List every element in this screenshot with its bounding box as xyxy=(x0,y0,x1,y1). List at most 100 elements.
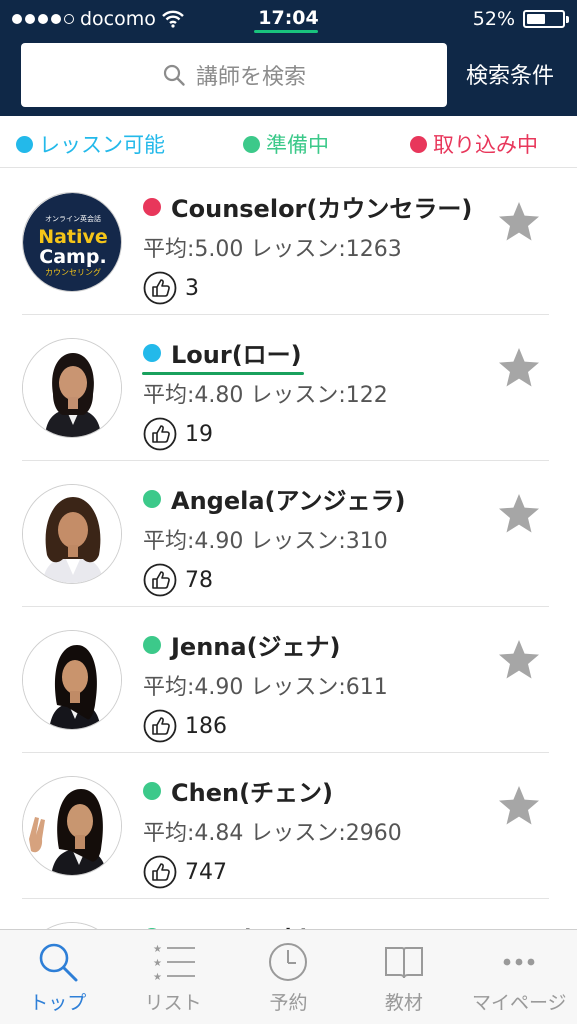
thumbs-up-icon xyxy=(143,855,177,889)
svg-text:★: ★ xyxy=(153,972,162,983)
teacher-row[interactable]: オンライン英会話 Native Camp. カウンセリング Counselor(… xyxy=(0,169,577,315)
likes-count: 186 xyxy=(185,713,227,739)
teacher-photo xyxy=(22,484,122,584)
legend-dot xyxy=(410,135,427,153)
status-dot xyxy=(143,343,161,362)
teacher-stats: 平均:4.90 レッスン:310 xyxy=(143,529,388,554)
favorite-star-icon[interactable] xyxy=(496,345,542,391)
status-dot xyxy=(143,781,161,800)
logo-word-native: Native xyxy=(38,226,108,248)
teacher-photo xyxy=(22,630,122,730)
status-dot xyxy=(143,635,161,654)
legend-item-busy: 取り込み中 xyxy=(410,129,538,159)
teacher-likes: 747 xyxy=(143,855,227,889)
teacher-stats: 平均:4.84 レッスン:2960 xyxy=(143,821,402,846)
status-right: 52% xyxy=(472,8,569,30)
tab-list[interactable]: ★ ★ ★ リスト xyxy=(115,930,230,1024)
tab-top[interactable]: トップ xyxy=(0,930,115,1024)
svg-text:★: ★ xyxy=(153,958,162,969)
likes-count: 3 xyxy=(185,275,199,301)
svg-text:★: ★ xyxy=(153,944,162,955)
status-dot xyxy=(143,489,161,508)
teacher-name-line: Lour(ロー) xyxy=(143,335,302,370)
clock-icon xyxy=(269,943,308,981)
teacher-likes: 19 xyxy=(143,417,213,451)
search-icon xyxy=(163,64,185,86)
name-highlight-underline xyxy=(142,372,304,375)
teacher-likes: 186 xyxy=(143,709,227,743)
teacher-name[interactable]: Chen(チェン) xyxy=(171,773,333,808)
status-legend: レッスン可能 準備中 取り込み中 xyxy=(0,116,577,168)
teacher-photo xyxy=(22,922,122,929)
app-header: docomo 17:04 52% 講師を検索 検索条件 xyxy=(0,0,577,116)
favorite-star-icon[interactable] xyxy=(496,783,542,829)
logo-subtitle: カウンセリング xyxy=(45,267,101,277)
teacher-likes: 3 xyxy=(143,271,199,305)
thumbs-up-icon xyxy=(143,709,177,743)
more-icon xyxy=(503,958,535,966)
time-underline xyxy=(254,30,318,33)
logo-tagline: オンライン英会話 xyxy=(45,214,101,223)
legend-label: 取り込み中 xyxy=(433,133,538,157)
list-icon: ★ ★ ★ xyxy=(153,944,196,983)
status-bar: docomo 17:04 52% xyxy=(0,0,577,38)
teacher-row[interactable]: Lour(ロー) 平均:4.80 レッスン:122 19 xyxy=(0,315,577,461)
thumbs-up-icon xyxy=(143,563,177,597)
search-icon xyxy=(39,943,78,982)
favorite-star-icon[interactable] xyxy=(496,637,542,683)
book-icon xyxy=(384,947,423,979)
tab-label: 予約 xyxy=(269,992,308,1014)
teacher-name[interactable]: Counselor(カウンセラー) xyxy=(171,189,472,224)
teacher-name-line: Chen(チェン) xyxy=(143,773,333,808)
tab-materials[interactable]: 教材 xyxy=(346,930,461,1024)
teacher-name-line: Angela(アンジェラ) xyxy=(143,481,406,516)
tab-label: マイページ xyxy=(471,992,567,1014)
tab-reservation[interactable]: 予約 xyxy=(231,930,346,1024)
legend-dot xyxy=(16,135,33,153)
legend-dot xyxy=(243,135,260,153)
likes-count: 19 xyxy=(185,421,213,447)
thumbs-up-icon xyxy=(143,417,177,451)
tab-label: リスト xyxy=(144,992,202,1014)
battery-level xyxy=(527,14,545,24)
teacher-row[interactable]: Angela(アンジェラ) 平均:4.90 レッスン:310 78 xyxy=(0,461,577,607)
legend-item-available: レッスン可能 xyxy=(16,129,165,159)
teacher-name-line: Counselor(カウンセラー) xyxy=(143,189,472,224)
teacher-name[interactable]: Angela(アンジェラ) xyxy=(171,481,406,516)
teacher-stats: 平均:4.90 レッスン:611 xyxy=(143,675,388,700)
status-dot xyxy=(143,197,161,216)
tab-label: 教材 xyxy=(384,992,423,1014)
thumbs-up-icon xyxy=(143,271,177,305)
legend-label: 準備中 xyxy=(266,133,329,157)
tab-mypage[interactable]: マイページ xyxy=(462,930,577,1024)
native-camp-logo: オンライン英会話 Native Camp. カウンセリング xyxy=(22,192,122,292)
bottom-tab-bar: トップ ★ ★ ★ リスト 予約 教材 マイページ xyxy=(0,929,577,1024)
teacher-row[interactable]: Chen(チェン) 平均:4.84 レッスン:2960 747 xyxy=(0,753,577,899)
battery-percent: 52% xyxy=(472,8,515,30)
favorite-star-icon[interactable] xyxy=(496,491,542,537)
battery-icon xyxy=(523,10,569,28)
teacher-name-line: Jenna(ジェナ) xyxy=(143,627,341,662)
teacher-likes: 78 xyxy=(143,563,213,597)
teacher-row[interactable]: Hana(ハナ) xyxy=(0,899,577,929)
teacher-list[interactable]: オンライン英会話 Native Camp. カウンセリング Counselor(… xyxy=(0,169,577,929)
teacher-photo xyxy=(22,776,122,876)
teacher-name-line: Hana(ハナ) xyxy=(143,919,311,929)
teacher-name[interactable]: Lour(ロー) xyxy=(171,335,302,370)
teacher-name[interactable]: Jenna(ジェナ) xyxy=(171,627,341,662)
teacher-name[interactable]: Hana(ハナ) xyxy=(171,919,311,929)
teacher-photo xyxy=(22,338,122,438)
likes-count: 747 xyxy=(185,859,227,885)
teacher-row[interactable]: Jenna(ジェナ) 平均:4.90 レッスン:611 186 xyxy=(0,607,577,753)
teacher-stats: 平均:4.80 レッスン:122 xyxy=(143,383,388,408)
search-placeholder: 講師を検索 xyxy=(195,65,306,90)
favorite-star-icon[interactable] xyxy=(496,199,542,245)
tab-label: トップ xyxy=(29,992,87,1014)
teacher-stats: 平均:5.00 レッスン:1263 xyxy=(143,237,402,262)
search-input[interactable]: 講師を検索 xyxy=(21,43,447,107)
logo-word-camp: Camp. xyxy=(39,246,106,268)
legend-item-preparing: 準備中 xyxy=(243,129,329,159)
battery-tip xyxy=(566,16,569,23)
search-conditions-button[interactable]: 検索条件 xyxy=(456,58,564,90)
likes-count: 78 xyxy=(185,567,213,593)
